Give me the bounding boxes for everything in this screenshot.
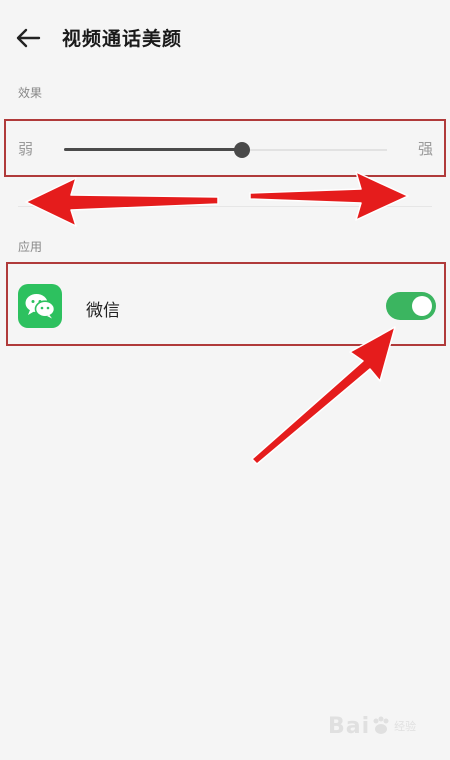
divider [18, 206, 432, 207]
toggle-knob [412, 296, 432, 316]
slider-fill [64, 148, 242, 151]
slider-max-label: 强 [418, 140, 434, 158]
wechat-beauty-toggle[interactable] [386, 292, 436, 320]
page-title: 视频通话美颜 [62, 28, 183, 50]
watermark-logo: Bai [328, 713, 371, 739]
section-label-apps: 应用 [18, 240, 43, 254]
arrow-left-icon [16, 28, 41, 48]
baidu-watermark: Bai 经验 [328, 704, 438, 748]
paw-icon [373, 716, 389, 734]
slider-thumb[interactable] [233, 142, 250, 158]
section-label-effect: 效果 [18, 86, 43, 100]
app-name: 微信 [86, 301, 120, 321]
watermark-sub: 经验 [394, 720, 417, 733]
wechat-icon [18, 284, 62, 328]
back-button[interactable] [12, 22, 44, 54]
slider-min-label: 弱 [18, 140, 34, 158]
arrow-toggle-annotation [251, 326, 396, 465]
app-item-wechat[interactable]: 微信 [0, 266, 450, 344]
beauty-effect-row: 弱 强 [0, 112, 450, 190]
header: 视频通话美颜 [0, 0, 450, 78]
beauty-intensity-slider[interactable] [64, 140, 387, 160]
